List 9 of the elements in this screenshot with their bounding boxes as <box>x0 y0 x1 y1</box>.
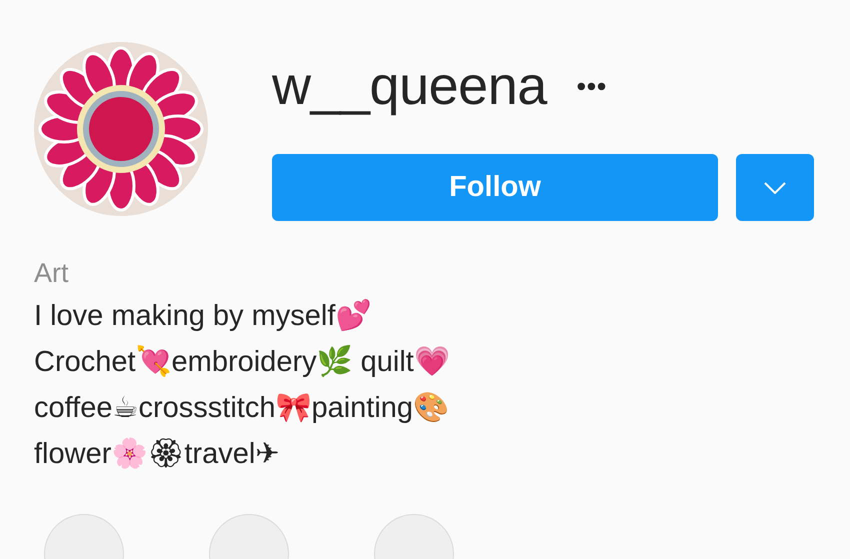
bio-text: coffee☕crossstitch🎀painting🎨 <box>34 391 450 426</box>
bio-text: flower🌸🏵travel✈ <box>34 436 281 472</box>
options-button[interactable]: ••• <box>576 70 608 102</box>
dropdown-button[interactable] <box>736 154 814 221</box>
bio-text: Crochet💘embroidery🌿 quilt💗 <box>34 344 451 380</box>
username: w__queena <box>272 55 547 117</box>
category-label: Art <box>34 257 70 290</box>
chevron-down-icon <box>764 182 786 194</box>
bio-text: I love making by myself💕 <box>34 298 372 334</box>
